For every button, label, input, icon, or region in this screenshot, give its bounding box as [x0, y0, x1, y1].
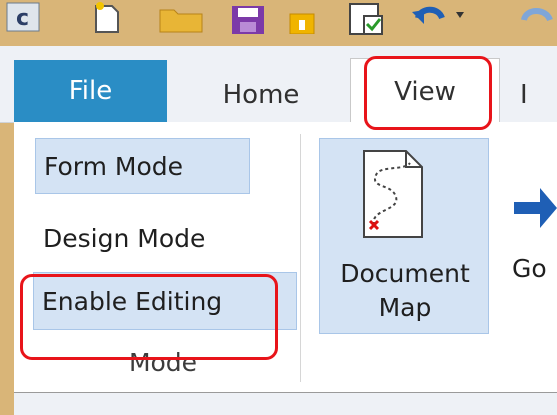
tab-home[interactable]: Home: [196, 66, 326, 124]
new-document-icon[interactable]: [92, 0, 122, 34]
c-icon[interactable]: c: [6, 2, 40, 32]
document-map-label-line1: Document: [340, 259, 470, 288]
document-map-button[interactable]: Document Map: [319, 138, 489, 334]
save-icon[interactable]: [230, 6, 266, 34]
open-folder-icon[interactable]: [158, 4, 206, 34]
form-mode-button[interactable]: Form Mode: [35, 138, 250, 194]
design-mode-button[interactable]: Design Mode: [35, 210, 265, 266]
form-check-icon[interactable]: [348, 2, 386, 36]
document-map-icon: [363, 150, 423, 238]
view-tab-highlight: [364, 56, 492, 130]
undo-icon[interactable]: [412, 4, 448, 34]
quick-access-toolbar: c: [0, 0, 557, 46]
redo-icon[interactable]: [520, 4, 556, 34]
dropdown-arrow-icon[interactable]: [455, 10, 465, 20]
tab-file[interactable]: File: [14, 60, 167, 122]
go-button-label[interactable]: Go: [512, 254, 547, 283]
svg-text:c: c: [16, 6, 29, 31]
document-map-label-line2: Map: [378, 293, 432, 322]
lock-icon[interactable]: [288, 4, 316, 34]
group-separator: [300, 134, 301, 382]
arrow-right-icon[interactable]: [510, 178, 557, 238]
enable-editing-highlight: [20, 274, 278, 360]
tab-insert[interactable]: I: [520, 66, 557, 124]
ribbon-bottom-bar: [14, 392, 557, 415]
